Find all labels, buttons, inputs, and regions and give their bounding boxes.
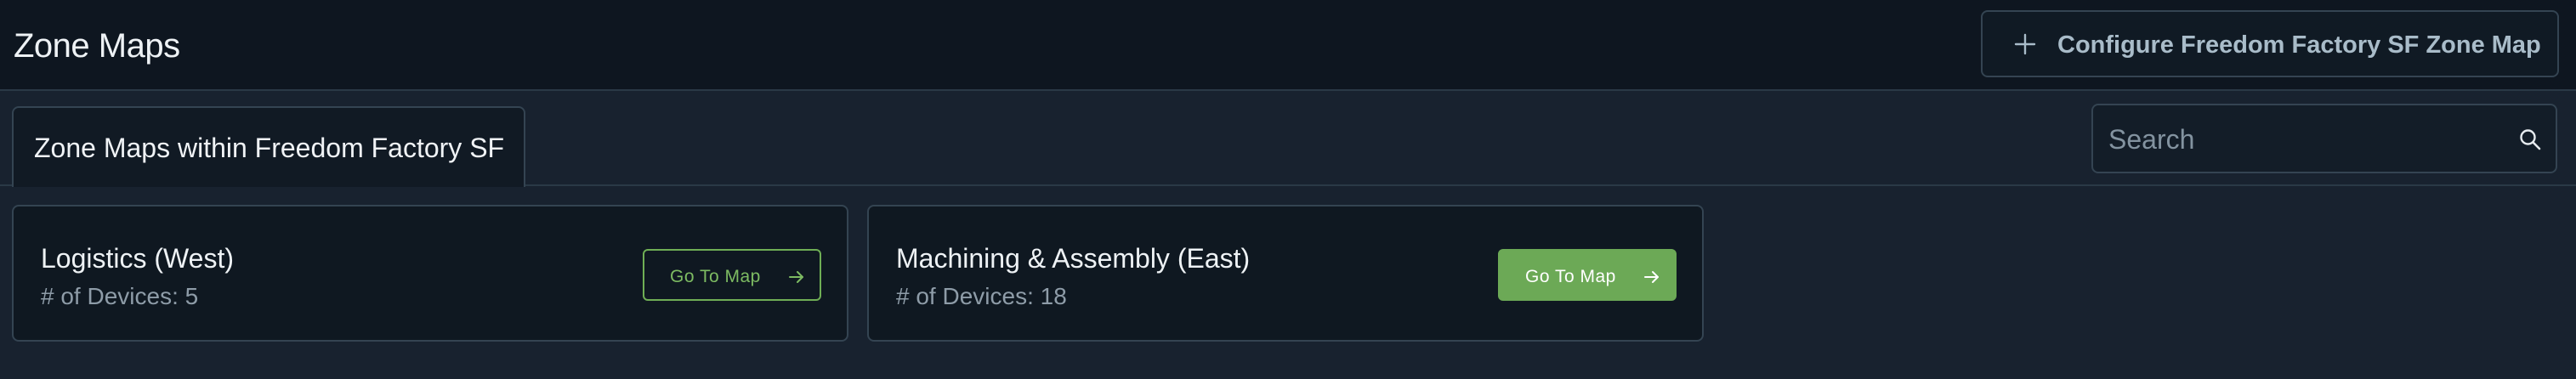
device-count: # of Devices: 5 <box>41 283 199 309</box>
configure-button-label: Configure Freedom Factory SF Zone Map <box>2057 31 2541 59</box>
tab-label: Zone Maps within Freedom Factory SF <box>34 133 505 163</box>
arrow-right-icon <box>1644 271 1659 283</box>
page-title: Zone Maps <box>14 27 180 65</box>
configure-zone-map-button[interactable]: Configure Freedom Factory SF Zone Map <box>1981 10 2559 77</box>
search-box <box>2091 104 2557 173</box>
zone-card: Logistics (West) # of Devices: 5 Go To M… <box>12 205 848 342</box>
zone-name: Machining & Assembly (East) <box>896 243 1251 274</box>
search-icon[interactable] <box>2518 127 2542 151</box>
zone-card: Machining & Assembly (East) # of Devices… <box>867 205 1704 342</box>
device-count: # of Devices: 18 <box>896 283 1067 309</box>
go-to-map-button[interactable]: Go To Map <box>1498 249 1677 301</box>
zone-card-list: Logistics (West) # of Devices: 5 Go To M… <box>0 205 2576 342</box>
tab-row: Zone Maps within Freedom Factory SF <box>0 91 2576 187</box>
arrow-right-icon <box>789 271 803 283</box>
go-to-map-label: Go To Map <box>670 267 761 286</box>
go-to-map-button[interactable]: Go To Map <box>643 249 821 301</box>
search-input[interactable] <box>2108 119 2499 160</box>
go-to-map-label: Go To Map <box>1525 267 1616 286</box>
zone-name: Logistics (West) <box>41 243 235 274</box>
tab-zone-maps[interactable]: Zone Maps within Freedom Factory SF <box>12 106 525 187</box>
top-bar: Zone Maps Configure Freedom Factory SF Z… <box>0 0 2576 91</box>
plus-icon <box>2014 33 2036 55</box>
